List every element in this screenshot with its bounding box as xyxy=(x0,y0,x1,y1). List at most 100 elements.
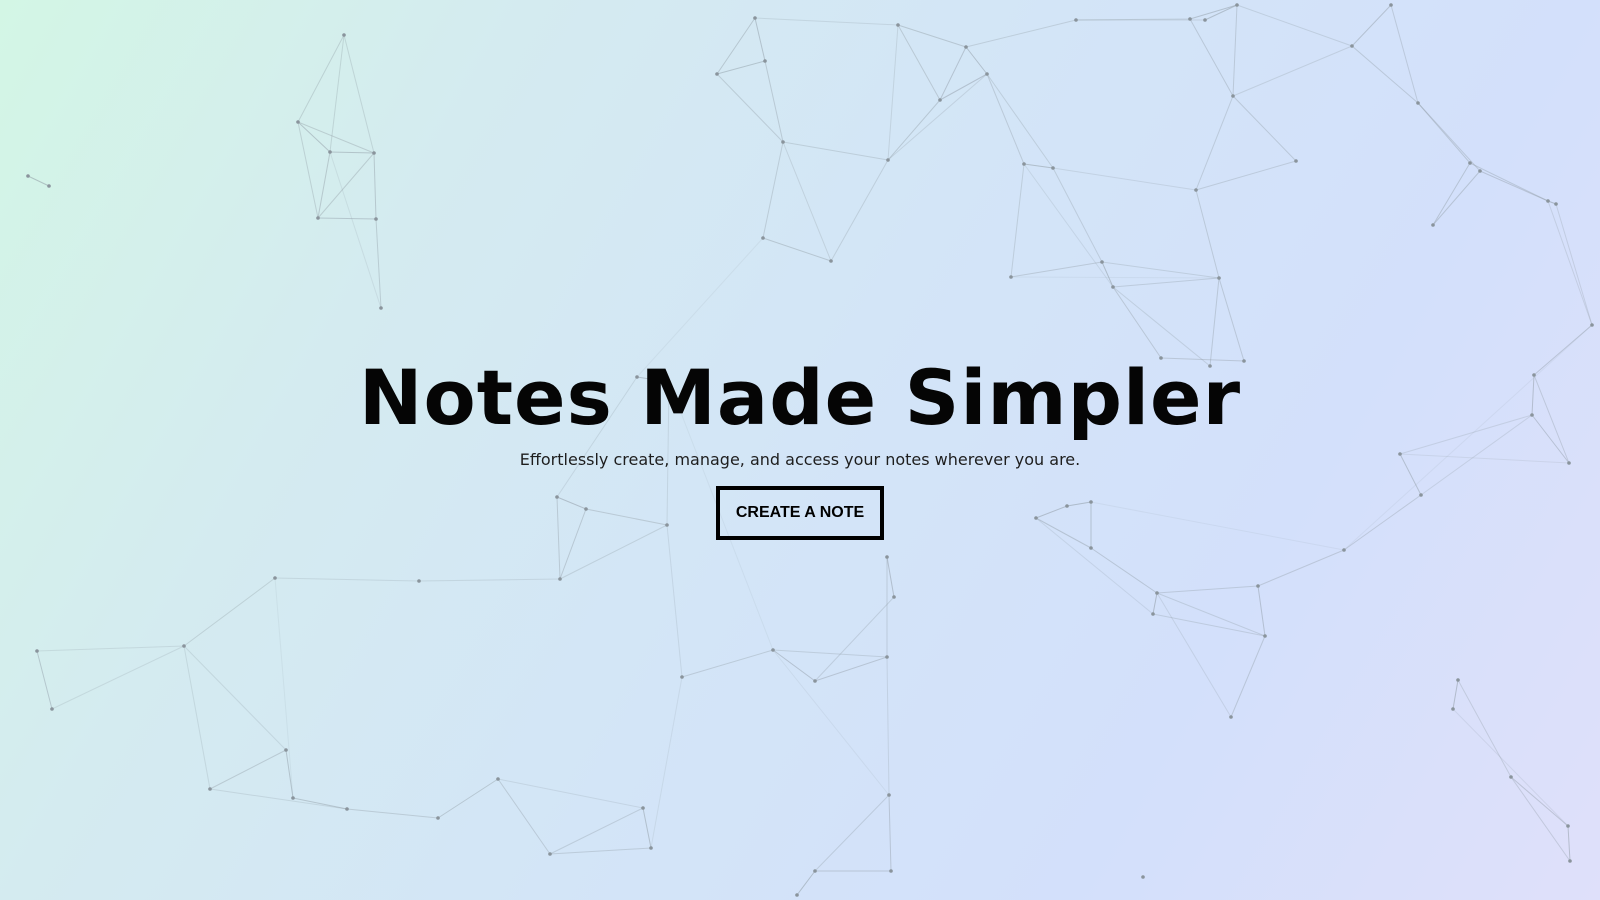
network-line xyxy=(497,778,551,855)
network-node xyxy=(887,793,891,797)
network-node xyxy=(1151,612,1155,616)
network-line xyxy=(274,577,294,799)
network-node xyxy=(1478,169,1482,173)
network-line xyxy=(437,778,499,819)
network-node xyxy=(328,150,332,154)
network-line xyxy=(830,159,889,262)
network-line xyxy=(1023,163,1114,288)
network-node xyxy=(1235,3,1239,7)
network-line xyxy=(754,17,766,62)
network-line xyxy=(772,649,890,796)
network-line xyxy=(1547,200,1593,326)
network-line xyxy=(939,73,988,101)
network-line xyxy=(939,46,967,101)
network-line xyxy=(1351,45,1419,104)
network-line xyxy=(183,645,287,751)
network-node xyxy=(1554,202,1558,206)
network-line xyxy=(1189,4,1238,20)
network-line xyxy=(681,649,774,678)
network-line xyxy=(1195,95,1234,191)
network-line xyxy=(1432,162,1471,226)
network-line xyxy=(1417,102,1481,172)
network-node xyxy=(296,120,300,124)
network-node xyxy=(548,852,552,856)
network-node xyxy=(1051,166,1055,170)
network-line xyxy=(1452,708,1569,827)
network-node xyxy=(496,777,500,781)
network-line xyxy=(887,99,941,161)
network-line xyxy=(51,645,185,710)
network-node xyxy=(753,16,757,20)
network-line xyxy=(1232,4,1238,97)
network-line xyxy=(209,788,348,810)
network-node xyxy=(1217,276,1221,280)
network-node xyxy=(1111,285,1115,289)
network-line xyxy=(1152,613,1266,637)
network-line xyxy=(274,577,420,582)
network-line xyxy=(888,794,892,872)
network-node xyxy=(558,577,562,581)
network-line xyxy=(650,676,683,849)
network-node xyxy=(885,655,889,659)
network-line xyxy=(1010,163,1025,278)
network-line xyxy=(764,60,784,143)
network-line xyxy=(1156,585,1259,594)
network-node xyxy=(896,23,900,27)
network-line xyxy=(1152,592,1158,615)
network-line xyxy=(343,34,375,154)
network-line xyxy=(814,596,895,682)
network-node xyxy=(1188,17,1192,21)
network-node xyxy=(50,707,54,711)
network-line xyxy=(1230,635,1266,718)
network-line xyxy=(317,152,375,219)
network-line xyxy=(297,121,375,154)
network-node xyxy=(892,595,896,599)
network-line xyxy=(1555,203,1593,326)
network-line xyxy=(782,141,832,262)
network-line xyxy=(183,645,211,790)
network-node xyxy=(1468,161,1472,165)
network-node xyxy=(47,184,51,188)
network-node xyxy=(1009,275,1013,279)
network-node xyxy=(273,576,277,580)
network-line xyxy=(497,778,644,809)
network-node xyxy=(938,98,942,102)
network-line xyxy=(329,151,382,309)
network-line xyxy=(762,141,784,239)
network-line xyxy=(209,749,287,790)
network-node xyxy=(781,140,785,144)
network-node xyxy=(1568,859,1572,863)
network-line xyxy=(965,19,1077,48)
network-node xyxy=(1294,159,1298,163)
network-line xyxy=(1156,592,1232,718)
network-line xyxy=(346,808,439,819)
network-line xyxy=(716,73,784,143)
network-node xyxy=(35,649,39,653)
network-node xyxy=(1231,94,1235,98)
network-line xyxy=(886,656,890,796)
network-line xyxy=(297,121,331,153)
network-node xyxy=(1141,875,1145,879)
network-node xyxy=(1229,715,1233,719)
network-line xyxy=(1218,277,1245,362)
network-node xyxy=(208,787,212,791)
network-line xyxy=(549,807,644,855)
network-line xyxy=(1257,585,1266,637)
network-node xyxy=(1263,634,1267,638)
network-line xyxy=(1567,825,1571,862)
network-line xyxy=(27,175,50,187)
hero-title: Notes Made Simpler xyxy=(358,353,1242,442)
network-node xyxy=(417,579,421,583)
network-node xyxy=(284,748,288,752)
network-node xyxy=(436,816,440,820)
create-note-button[interactable]: CREATE A NOTE xyxy=(715,486,885,540)
network-node xyxy=(1022,162,1026,166)
network-node xyxy=(763,59,767,63)
network-node xyxy=(795,893,799,897)
network-node xyxy=(813,679,817,683)
network-node xyxy=(1509,775,1513,779)
network-node xyxy=(680,675,684,679)
network-line xyxy=(36,650,53,710)
network-node xyxy=(1256,584,1260,588)
network-line xyxy=(1112,286,1162,359)
